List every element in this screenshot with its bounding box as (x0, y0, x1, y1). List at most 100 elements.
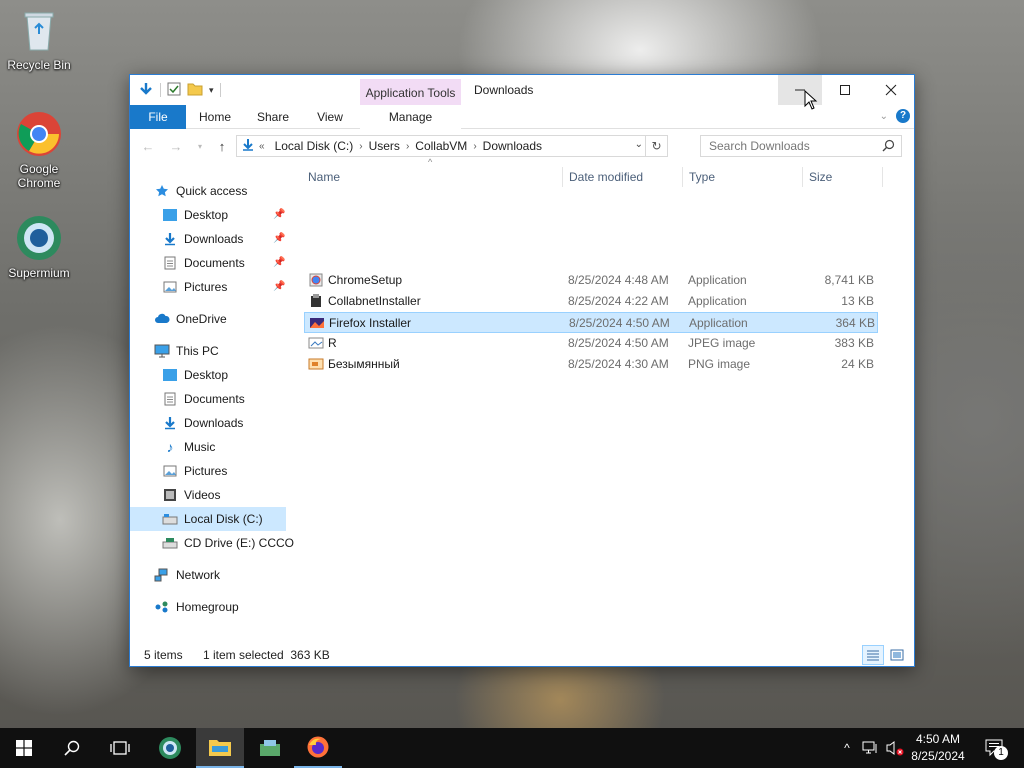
table-row[interactable]: R 8/25/2024 4:50 AM JPEG image 383 KB (304, 333, 878, 354)
breadcrumb-downloads[interactable]: Downloads (477, 139, 548, 153)
search-button[interactable] (48, 728, 96, 768)
pin-icon[interactable]: 📌 (273, 257, 285, 268)
star-icon (154, 183, 170, 199)
file-size: 364 KB (835, 316, 875, 330)
desktop-icon-google-chrome[interactable]: Google Chrome (4, 110, 74, 190)
recent-locations-button[interactable]: ▾ (190, 137, 210, 155)
column-divider[interactable] (682, 167, 683, 187)
window-title: Downloads (474, 83, 534, 97)
column-divider[interactable] (802, 167, 803, 187)
item-count: 5 items (144, 648, 183, 662)
down-arrow-icon[interactable] (138, 81, 154, 100)
expand-ribbon-icon[interactable]: ⌄ (880, 111, 888, 122)
documents-folder-icon (162, 391, 178, 407)
nav-label: Desktop (184, 208, 229, 222)
column-header-name[interactable]: Name (308, 165, 340, 189)
table-row[interactable]: CollabnetInstaller 8/25/2024 4:22 AM App… (304, 291, 878, 312)
column-header-date[interactable]: Date modified (569, 165, 643, 189)
pin-icon[interactable]: 📌 (273, 281, 285, 292)
table-row[interactable]: ChromeSetup 8/25/2024 4:48 AM Applicatio… (304, 270, 878, 291)
action-center-button[interactable]: 1 (980, 728, 1010, 768)
nav-network[interactable]: Network (154, 563, 220, 587)
file-type: JPEG image (688, 336, 756, 350)
nav-pc-local-disk[interactable]: Local Disk (C:) (130, 507, 286, 531)
taskbar: ^ 4:50 AM 8/25/2024 1 (0, 728, 1024, 768)
help-icon[interactable]: ? (896, 109, 910, 123)
nav-onedrive[interactable]: OneDrive (154, 307, 227, 331)
desktop-folder-icon (162, 207, 178, 223)
table-row[interactable]: Безымянный 8/25/2024 4:30 AM PNG image 2… (304, 354, 878, 375)
pin-icon[interactable]: 📌 (273, 233, 285, 244)
refresh-icon: ↻ (651, 139, 662, 153)
nav-qa-downloads[interactable]: Downloads (162, 227, 243, 251)
tab-file[interactable]: File (130, 105, 186, 129)
address-overflow[interactable]: « (255, 141, 269, 152)
tab-home[interactable]: Home (188, 105, 242, 129)
tab-view[interactable]: View (304, 105, 356, 129)
column-divider[interactable] (882, 167, 883, 187)
taskbar-firefox[interactable] (294, 728, 342, 768)
maximize-button[interactable] (822, 75, 868, 105)
breadcrumb-users[interactable]: Users (363, 139, 406, 153)
address-bar[interactable]: « Local Disk (C:) › Users › CollabVM › D… (236, 135, 668, 157)
nav-homegroup[interactable]: Homegroup (154, 595, 239, 619)
details-view-button[interactable] (862, 645, 884, 665)
show-hidden-icons-button[interactable]: ^ (836, 728, 858, 768)
taskbar-file-explorer[interactable] (196, 728, 244, 768)
desktop-icon-supermium[interactable]: Supermium (4, 214, 74, 280)
tab-share[interactable]: Share (244, 105, 302, 129)
nav-pc-documents[interactable]: Documents (162, 387, 245, 411)
breadcrumb-collabvm[interactable]: CollabVM (409, 139, 473, 153)
file-type: Application (688, 273, 747, 287)
nav-pc-music[interactable]: ♪ Music (162, 435, 216, 459)
desktop-folder-icon (162, 367, 178, 383)
task-view-button[interactable] (96, 728, 144, 768)
back-button[interactable]: ← (138, 137, 158, 155)
desktop-icon-recycle-bin[interactable]: Recycle Bin (4, 6, 74, 72)
tab-manage[interactable]: Manage (360, 105, 461, 129)
volume-tray-button[interactable] (884, 728, 906, 768)
column-header-size[interactable]: Size (809, 165, 832, 189)
new-folder-icon[interactable] (187, 82, 203, 99)
refresh-button[interactable]: ↻ (645, 136, 667, 156)
nav-qa-documents[interactable]: Documents (162, 251, 245, 275)
nav-qa-desktop[interactable]: Desktop (162, 203, 228, 227)
status-bar: 5 items 1 item selected 363 KB (130, 643, 914, 667)
nav-qa-pictures[interactable]: Pictures (162, 275, 227, 299)
png-icon (308, 356, 324, 372)
customize-qat-icon[interactable]: ▾ (209, 85, 214, 96)
task-view-icon (110, 741, 130, 755)
search-input[interactable]: Search Downloads (700, 135, 902, 157)
nav-pc-downloads[interactable]: Downloads (162, 411, 243, 435)
up-arrow-icon: ↑ (218, 138, 226, 154)
nav-label: Downloads (184, 416, 244, 430)
clock[interactable]: 4:50 AM 8/25/2024 (906, 731, 970, 765)
nav-pc-cd-drive[interactable]: CD Drive (E:) CCCO (162, 531, 294, 555)
start-button[interactable] (0, 728, 48, 768)
large-icons-view-button[interactable] (886, 645, 908, 665)
address-dropdown-icon[interactable]: ⌄ (635, 139, 643, 150)
nav-pc-pictures[interactable]: Pictures (162, 459, 227, 483)
nav-pc-desktop[interactable]: Desktop (162, 363, 228, 387)
nav-label: Homegroup (176, 600, 239, 614)
table-row-selected[interactable]: Firefox Installer 8/25/2024 4:50 AM Appl… (304, 312, 878, 333)
up-button[interactable]: ↑ (212, 137, 232, 155)
properties-icon[interactable] (167, 82, 181, 99)
nav-quick-access[interactable]: Quick access (154, 179, 247, 203)
column-header-type[interactable]: Type (689, 165, 715, 189)
close-button[interactable] (868, 75, 914, 105)
nav-pc-videos[interactable]: Videos (162, 483, 220, 507)
network-tray-button[interactable] (860, 728, 882, 768)
breadcrumb-local-disk[interactable]: Local Disk (C:) (269, 139, 360, 153)
cloud-icon (154, 311, 170, 327)
file-date: 8/25/2024 4:30 AM (568, 357, 669, 371)
nav-this-pc[interactable]: This PC (154, 339, 219, 363)
qat-divider (160, 83, 161, 97)
homegroup-icon (154, 599, 170, 615)
taskbar-supermium[interactable] (146, 728, 194, 768)
forward-button[interactable]: → (166, 137, 186, 155)
column-divider[interactable] (562, 167, 563, 187)
pin-icon[interactable]: 📌 (273, 209, 285, 220)
notification-count-badge: 1 (994, 746, 1008, 760)
taskbar-app[interactable] (246, 728, 294, 768)
